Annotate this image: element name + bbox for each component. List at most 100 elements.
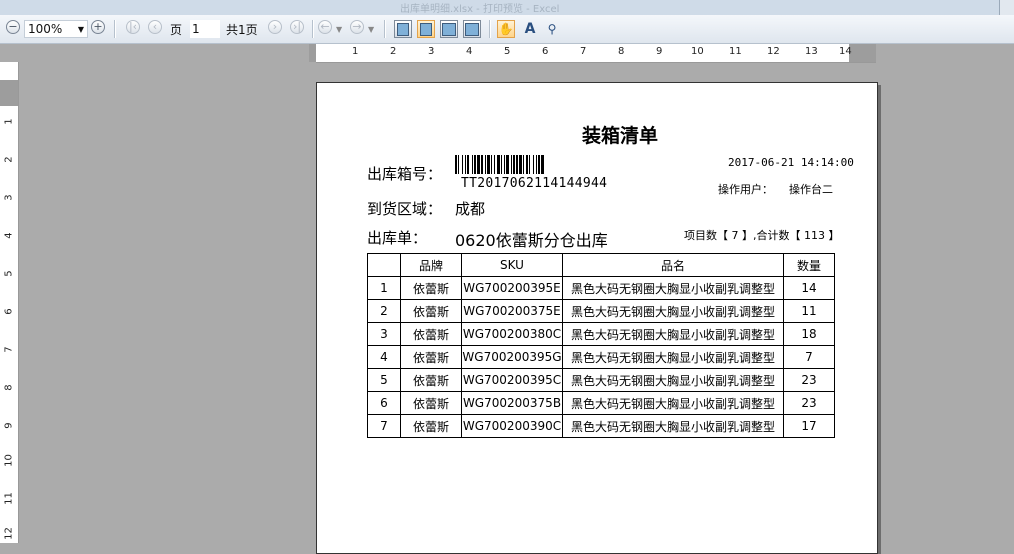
summary-text: 项目数【 7 】,合计数【 113 】 [684,229,840,242]
single-page-icon [397,22,409,36]
zoom-value: 100% [28,22,63,36]
continuous-page-button[interactable] [417,20,435,38]
table-row: 5 依蕾斯 WG700200395C 黑色大码无钢圈大胸显小收副乳调整型 23 [367,368,835,392]
table-row: 1 依蕾斯 WG700200395E 黑色大码无钢圈大胸显小收副乳调整型 14 [367,276,835,300]
cell-name: 黑色大码无钢圈大胸显小收副乳调整型 [562,391,784,415]
forward-arrow-icon: → [352,20,362,33]
cell-qty: 23 [783,368,835,392]
col-header-index [367,253,401,277]
order-value: 0620依蕾斯分仓出库 [455,231,608,250]
cell-sku: WG700200395C [461,368,563,392]
operator-value: 操作台二 [789,183,833,196]
table-row: 7 依蕾斯 WG700200390C 黑色大码无钢圈大胸显小收副乳调整型 17 [367,414,835,438]
area-value: 成都 [455,200,486,218]
cell-name: 黑色大码无钢圈大胸显小收副乳调整型 [562,368,784,392]
previous-page-button[interactable]: ‹ [148,20,162,34]
table-header-row: 品牌 SKU 品名 数量 [367,253,835,277]
dropdown-arrow-icon: ▼ [77,24,84,34]
plus-icon: + [93,20,103,33]
forward-button[interactable]: → [350,20,364,34]
cell-index: 2 [367,299,401,323]
col-header-qty: 数量 [783,253,835,277]
cell-sku: WG700200375B [461,391,563,415]
table-row: 4 依蕾斯 WG700200395G 黑色大码无钢圈大胸显小收副乳调整型 7 [367,345,835,369]
cell-sku: WG700200380C [461,322,563,346]
barcode-text: TT2017062114144944 [461,176,608,191]
previous-icon: ‹ [152,20,158,33]
col-header-brand: 品牌 [400,253,462,277]
area-label: 到货区域： [367,200,443,218]
binoculars-icon: ⚲ [547,22,557,36]
print-datetime: 2017-06-21 14:14:00 [728,156,854,169]
cell-index: 7 [367,414,401,438]
cell-index: 4 [367,345,401,369]
cell-brand: 依蕾斯 [400,368,462,392]
cell-name: 黑色大码无钢圈大胸显小收副乳调整型 [562,322,784,346]
first-page-icon: |‹ [128,20,138,33]
table-row: 2 依蕾斯 WG700200375E 黑色大码无钢圈大胸显小收副乳调整型 11 [367,299,835,323]
cell-sku: WG700200395E [461,276,563,300]
cell-qty: 17 [783,414,835,438]
cell-name: 黑色大码无钢圈大胸显小收副乳调整型 [562,345,784,369]
page-number-value: 1 [192,22,200,36]
cell-sku: WG700200375E [461,299,563,323]
next-page-button[interactable]: › [268,20,282,34]
first-page-button[interactable]: |‹ [126,20,140,34]
cell-index: 5 [367,368,401,392]
cell-index: 3 [367,322,401,346]
cell-brand: 依蕾斯 [400,276,462,300]
close-button[interactable] [999,0,1014,15]
horizontal-ruler: 1 2 3 4 5 6 7 8 9 10 11 12 13 14 [309,44,876,63]
back-dropdown-icon[interactable]: ▼ [336,20,342,38]
vertical-ruler: 1 2 3 4 5 6 7 8 9 10 11 12 [0,62,19,543]
cell-name: 黑色大码无钢圈大胸显小收副乳调整型 [562,299,784,323]
text-select-icon: A [524,21,536,37]
continuous-page-icon [420,22,432,36]
items-table: 品牌 SKU 品名 数量 1 依蕾斯 WG700200395E 黑色大码无钢圈大胸显小… [367,253,835,438]
cell-index: 1 [367,276,401,300]
preview-page: 装箱清单 出库箱号： TT2017062114144944 2017-06-21… [316,82,878,554]
col-header-sku: SKU [461,253,563,277]
cell-name: 黑色大码无钢圈大胸显小收副乳调整型 [562,276,784,300]
barcode-image [455,155,612,174]
last-page-button[interactable]: ›| [290,20,304,34]
multiple-pages-icon [465,22,479,36]
print-preview-toolbar: − 100% ▼ + |‹ ‹ 页 1 共1页 › ›| ← ▼ → ▼ ✋ A… [0,15,1014,44]
cell-qty: 23 [783,391,835,415]
operator-label: 操作用户： [718,183,773,196]
hand-tool-button[interactable]: ✋ [497,20,515,38]
zoom-select[interactable]: 100% ▼ [24,20,88,38]
cell-name: 黑色大码无钢圈大胸显小收副乳调整型 [562,414,784,438]
window-title: 出库单明细.xlsx - 打印预览 - Excel [400,4,560,15]
single-page-button[interactable] [394,20,412,38]
col-header-name: 品名 [562,253,784,277]
multiple-pages-button[interactable] [463,20,481,38]
cell-sku: WG700200390C [461,414,563,438]
next-icon: › [272,20,278,33]
text-select-button[interactable]: A [521,20,539,38]
cell-brand: 依蕾斯 [400,414,462,438]
cell-brand: 依蕾斯 [400,299,462,323]
page-label: 页 [170,22,183,37]
table-row: 3 依蕾斯 WG700200380C 黑色大码无钢圈大胸显小收副乳调整型 18 [367,322,835,346]
cell-index: 6 [367,391,401,415]
page-number-input[interactable]: 1 [190,20,220,38]
zoom-in-button[interactable]: + [91,20,105,34]
document-title: 装箱清单 [582,125,659,147]
cell-brand: 依蕾斯 [400,391,462,415]
box-no-label: 出库箱号： [367,165,443,183]
two-pages-button[interactable] [440,20,458,38]
forward-dropdown-icon[interactable]: ▼ [368,20,374,38]
order-label: 出库单： [367,229,428,247]
back-button[interactable]: ← [318,20,332,34]
find-button[interactable]: ⚲ [543,20,561,38]
minus-icon: − [8,20,18,33]
cell-qty: 7 [783,345,835,369]
zoom-out-button[interactable]: − [6,20,20,34]
last-page-icon: ›| [292,20,302,33]
title-bar: 出库单明细.xlsx - 打印预览 - Excel [0,0,1014,15]
cell-qty: 18 [783,322,835,346]
back-arrow-icon: ← [320,20,330,33]
hand-icon: ✋ [498,22,514,36]
two-pages-icon [442,22,456,36]
